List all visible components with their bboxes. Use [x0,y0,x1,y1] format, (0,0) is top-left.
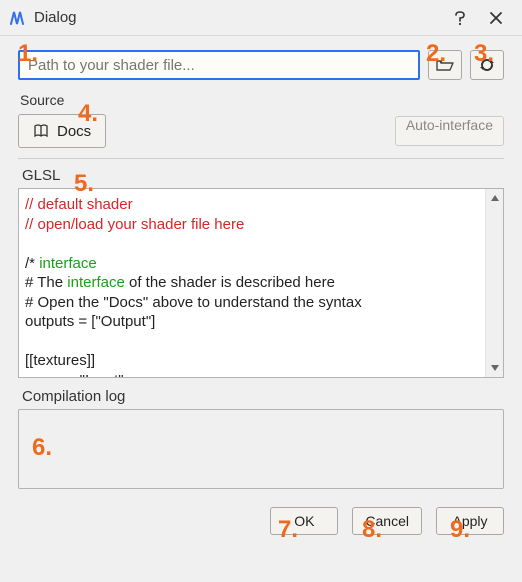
auto-interface-label: Auto-interface [406,117,493,133]
code-scrollbar[interactable] [485,189,503,377]
docs-button[interactable]: Docs [18,114,106,148]
shader-path-input[interactable] [18,50,420,80]
scroll-down-arrow[interactable] [486,359,503,377]
scroll-track[interactable] [486,207,503,359]
apply-button[interactable]: Apply [436,507,504,535]
window-title: Dialog [34,9,77,26]
titlebar: Dialog [0,0,522,36]
refresh-icon [479,57,495,73]
separator [18,158,504,159]
glsl-label: GLSL [22,167,504,184]
close-button[interactable] [478,4,514,32]
folder-open-icon [436,58,454,72]
book-icon [33,124,49,138]
open-file-button[interactable] [428,50,462,80]
app-icon [8,9,26,27]
docs-button-label: Docs [57,123,91,140]
cancel-button[interactable]: Cancel [352,507,422,535]
glsl-code-text[interactable]: // default shader // open/load your shad… [19,189,485,377]
ok-button[interactable]: OK [270,507,338,535]
source-label: Source [20,92,504,108]
help-button[interactable] [442,4,478,32]
scroll-up-arrow[interactable] [486,189,503,207]
reload-button[interactable] [470,50,504,80]
compilation-log-area [18,409,504,489]
auto-interface-button[interactable]: Auto-interface [395,116,504,146]
compilation-log-label: Compilation log [22,388,504,405]
glsl-code-area[interactable]: // default shader // open/load your shad… [18,188,504,378]
